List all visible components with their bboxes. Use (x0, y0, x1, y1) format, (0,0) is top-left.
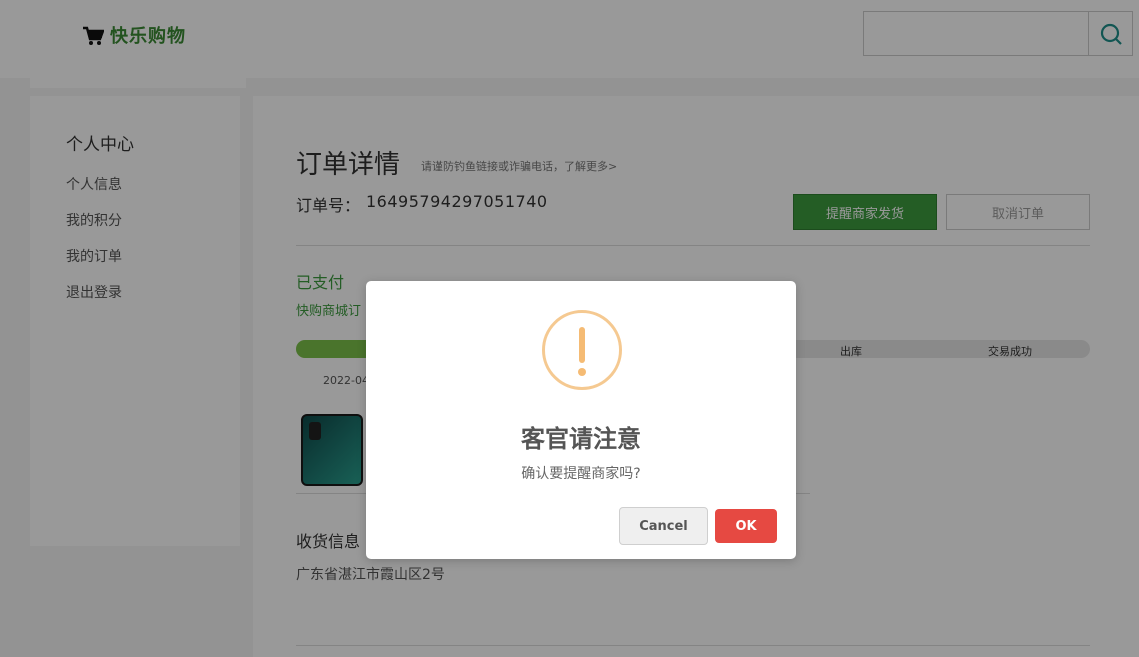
dialog-title: 客官请注意 (521, 425, 641, 453)
confirm-dialog: 客官请注意 确认要提醒商家吗? Cancel OK (366, 281, 796, 559)
dialog-message: 确认要提醒商家吗? (521, 466, 641, 482)
dialog-cancel-button[interactable]: Cancel (619, 507, 708, 545)
dialog-ok-button[interactable]: OK (715, 509, 777, 543)
warning-icon (542, 310, 622, 390)
